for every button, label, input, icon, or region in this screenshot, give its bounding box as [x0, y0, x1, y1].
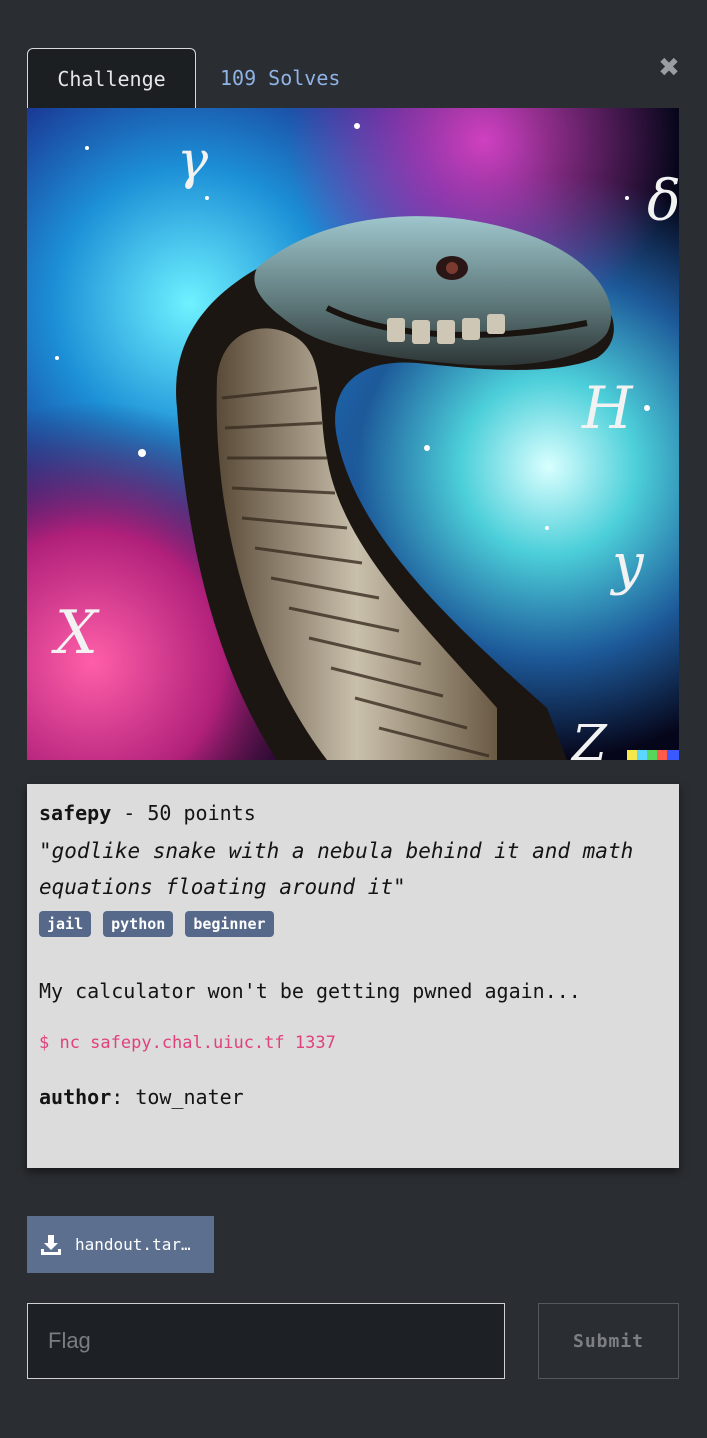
submit-button[interactable]: Submit	[538, 1303, 679, 1379]
challenge-points: - 50 points	[111, 801, 256, 825]
author-name: tow_nater	[135, 1085, 244, 1109]
tag-jail: jail	[39, 911, 92, 937]
tag-beginner: beginner	[185, 911, 274, 937]
challenge-details: safepy - 50 points "godlike snake with a…	[27, 784, 679, 1168]
tab-bar: Challenge 109 Solves	[27, 47, 340, 108]
author-separator: :	[111, 1085, 136, 1109]
tab-solves[interactable]: 109 Solves	[196, 48, 340, 108]
challenge-name: safepy	[39, 801, 112, 825]
handout-filename: handout.tar.gz	[75, 1235, 199, 1254]
challenge-description: My calculator won't be getting pwned aga…	[39, 979, 581, 1003]
svg-text:Z: Z	[570, 714, 608, 760]
tab-challenge[interactable]: Challenge	[27, 48, 196, 108]
tag-list: jail python beginner	[39, 911, 667, 937]
connection-command: $ nc safepy.chal.uiuc.tf 1337	[39, 1033, 336, 1053]
svg-text:y: y	[609, 532, 645, 597]
challenge-modal: Challenge 109 Solves ✖ 𝛾 δ H X y Z safep…	[0, 0, 707, 1438]
challenge-image: 𝛾 δ H X y Z	[27, 108, 679, 760]
close-icon[interactable]: ✖	[657, 55, 681, 81]
tag-python: python	[103, 911, 174, 937]
svg-text:𝛾: 𝛾	[177, 131, 209, 191]
author-label: author	[39, 1085, 112, 1109]
svg-text:X: X	[51, 598, 100, 668]
challenge-author: author: tow_nater	[39, 1085, 667, 1109]
svg-text:H: H	[581, 374, 634, 442]
download-handout-button[interactable]: handout.tar.gz	[27, 1216, 214, 1273]
challenge-title: safepy - 50 points	[39, 798, 667, 829]
svg-text:δ: δ	[647, 169, 679, 234]
download-icon	[40, 1234, 62, 1256]
flag-input[interactable]	[27, 1303, 505, 1379]
challenge-quote: "godlike snake with a nebula behind it a…	[39, 839, 634, 899]
